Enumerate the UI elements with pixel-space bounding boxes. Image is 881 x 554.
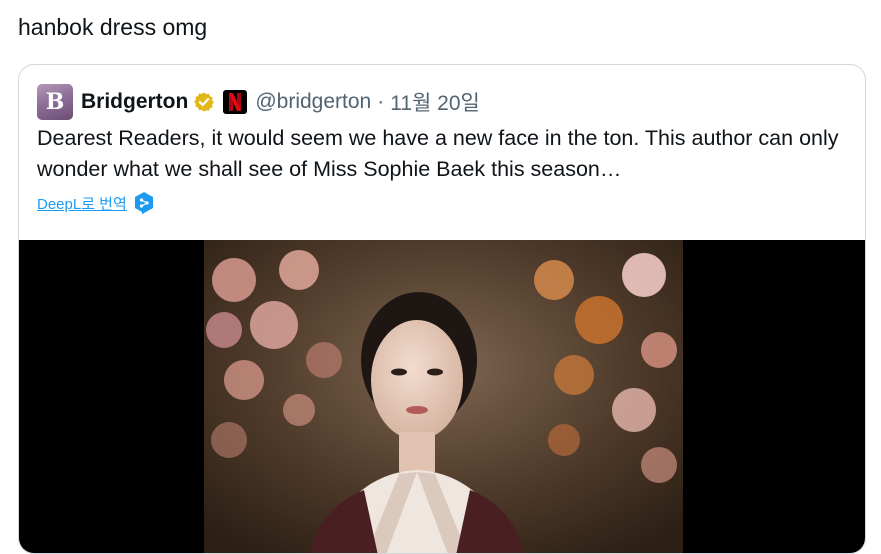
avatar-letter: B — [45, 89, 65, 115]
separator-dot: · — [377, 90, 385, 113]
author-name[interactable]: Bridgerton — [81, 90, 188, 114]
media-video[interactable] — [19, 240, 865, 553]
translate-row: DeepL로 번역 — [37, 191, 155, 215]
quoted-tweet-header: B Bridgerton @bridgerton · 11월 20일 — [37, 84, 480, 120]
quoted-tweet-card[interactable]: B Bridgerton @bridgerton · 11월 20일 Deare… — [18, 64, 866, 554]
verified-badge-icon[interactable] — [193, 91, 215, 113]
translate-link[interactable]: DeepL로 번역 — [37, 193, 127, 214]
author-handle[interactable]: @bridgerton — [255, 90, 371, 114]
quoted-tweet-text: Dearest Readers, it would seem we have a… — [37, 126, 839, 181]
deepl-icon[interactable] — [133, 191, 155, 215]
timestamp[interactable]: 11월 20일 — [390, 87, 480, 117]
netflix-logo-icon[interactable] — [223, 90, 248, 114]
avatar[interactable]: B — [37, 84, 73, 120]
post-text: hanbok dress omg — [18, 14, 208, 40]
video-frame-image — [204, 240, 683, 553]
